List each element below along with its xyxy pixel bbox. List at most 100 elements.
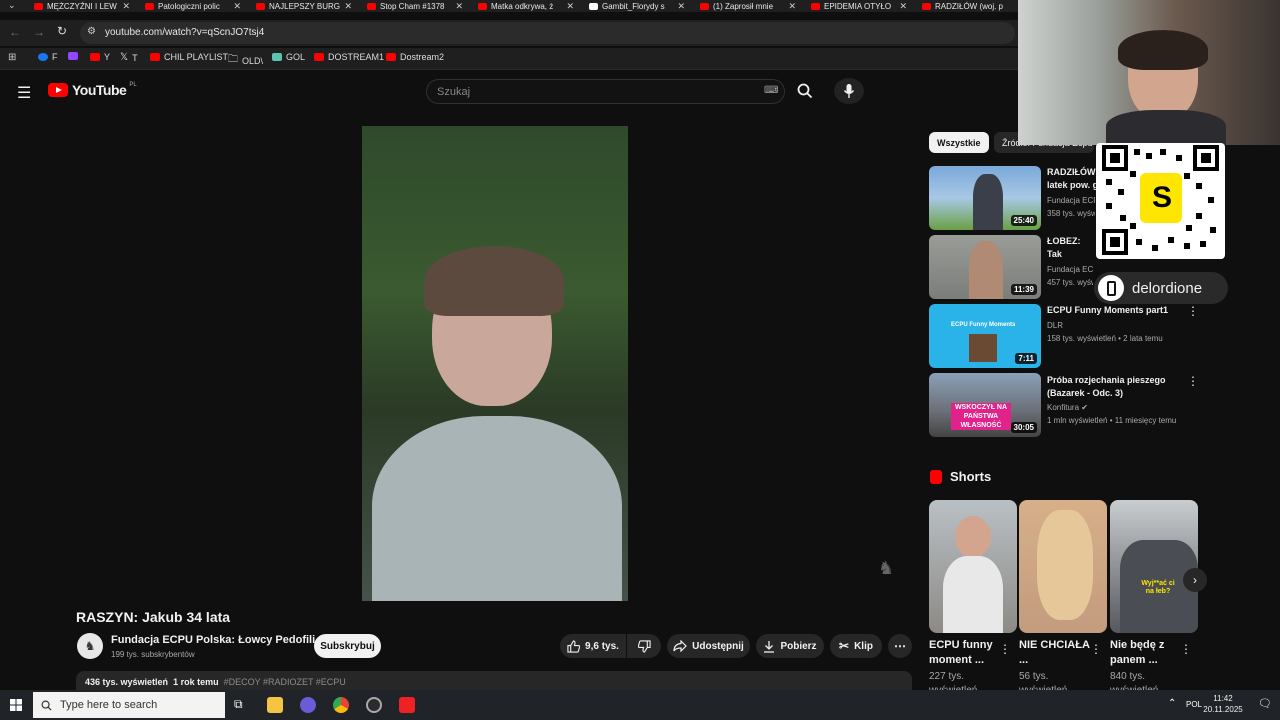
search-box: ⌨: [426, 79, 785, 104]
short-thumbnail[interactable]: [929, 500, 1017, 633]
thumbnail-caption: ECPU Funny Moments: [951, 322, 1016, 328]
hamburger-menu-icon[interactable]: ☰: [17, 83, 31, 103]
short-title[interactable]: Nie będę z panem ...: [1110, 638, 1182, 668]
webcam-headphones: [1118, 30, 1208, 70]
discord-icon[interactable]: [300, 697, 316, 713]
youtube-icon: [150, 53, 160, 61]
bookmark-x[interactable]: 𝕏T: [120, 52, 138, 63]
close-tab-icon[interactable]: ✕: [899, 1, 907, 12]
reload-icon[interactable]: ↻: [57, 24, 67, 38]
like-button[interactable]: 9,6 tys.: [560, 634, 626, 658]
recommendation-title[interactable]: ŁOBEZ: Tak wyglądał obywatel Turcji: [1047, 235, 1093, 262]
recommendation-channel[interactable]: Fundacja ECPU Polska: Łowcy Pedofili: [1047, 195, 1095, 207]
taskbar-search[interactable]: Type here to search: [33, 692, 225, 718]
video-thumbnail[interactable]: ECPU Funny Moments 7:11: [929, 304, 1041, 368]
channel-watermark-icon[interactable]: ♞: [878, 558, 894, 579]
share-button[interactable]: Udostępnij: [667, 634, 750, 658]
close-tab-icon[interactable]: ✕: [122, 1, 130, 12]
bookmark-twitch[interactable]: [68, 52, 82, 60]
recommendation-title[interactable]: ECPU Funny Moments part1: [1047, 304, 1187, 317]
clip-button[interactable]: ✂ Klip: [830, 634, 882, 658]
channel-avatar[interactable]: ♞: [77, 633, 103, 659]
recommendation-channel[interactable]: Konfitura ✔: [1047, 402, 1088, 414]
chip-all[interactable]: Wszystkie: [929, 132, 989, 153]
voice-search-button[interactable]: [834, 78, 864, 104]
bookmark-dostream1[interactable]: DOSTREAM1: [314, 52, 384, 62]
close-tab-icon[interactable]: ✕: [455, 1, 463, 12]
close-tab-icon[interactable]: ✕: [788, 1, 796, 12]
browser-tab[interactable]: MĘŻCZYŹNI I LEW ✕: [34, 0, 130, 12]
recommendation-channel[interactable]: DLR: [1047, 320, 1063, 332]
browser-tab[interactable]: Stop Cham #1378 ✕: [367, 0, 463, 12]
search-button[interactable]: [789, 78, 821, 104]
notifications-icon[interactable]: 🗨: [1258, 697, 1272, 710]
short-thumbnail[interactable]: Wyj**ać ci na łeb?: [1110, 500, 1198, 633]
more-vertical-icon[interactable]: ⋮: [999, 642, 1011, 656]
close-tab-icon[interactable]: ✕: [344, 1, 352, 12]
browser-tab[interactable]: (1) Zaprosił mnie ✕: [700, 0, 796, 12]
tab-label: MĘŻCZYŹNI I LEW: [47, 1, 117, 11]
back-arrow-icon[interactable]: ←: [9, 25, 21, 39]
url-field[interactable]: ⚙ youtube.com/watch?v=qScnJO7tsj4: [80, 22, 1015, 44]
tab-label: (1) Zaprosił mnie: [713, 1, 774, 11]
close-tab-icon[interactable]: ✕: [566, 1, 574, 12]
bookmark-dostream2[interactable]: Dostream2: [386, 52, 444, 62]
browser-tab[interactable]: Patologiczni polic ✕: [145, 0, 241, 12]
apps-grid-icon[interactable]: ⊞: [8, 52, 16, 63]
short-title[interactable]: ECPU funny moment ...: [929, 638, 1001, 668]
forward-arrow-icon[interactable]: →: [33, 25, 45, 39]
recommendation-channel[interactable]: Fundacja ECPU Polska: Łowcy Pedofili: [1047, 264, 1093, 276]
bookmark-chil-playlist[interactable]: CHIL PLAYLIST: [150, 52, 228, 62]
more-vertical-icon[interactable]: ⋮: [1180, 642, 1192, 656]
youtube-logo[interactable]: YouTube PL: [48, 82, 137, 98]
close-tab-icon[interactable]: ✕: [233, 1, 241, 12]
youtube-icon: [386, 53, 396, 61]
browser-tab[interactable]: EPIDEMIA OTYŁO ✕: [811, 0, 907, 12]
search-input[interactable]: [437, 83, 757, 101]
bookmark-gol[interactable]: GOL: [272, 52, 305, 62]
recommendation-title[interactable]: Próba rozjechania pieszego (Bazarek - Od…: [1047, 374, 1187, 401]
download-button[interactable]: Pobierz: [756, 634, 824, 658]
bookmark-folder-old[interactable]: 🗀 OLD\: [228, 52, 263, 69]
close-tab-icon[interactable]: ✕: [677, 1, 685, 12]
more-vertical-icon[interactable]: ⋮: [1187, 374, 1199, 388]
youtube-favicon-icon: [922, 2, 931, 10]
keyboard-icon[interactable]: ⌨: [764, 85, 778, 96]
phone-icon: [1098, 275, 1124, 301]
browser-tab[interactable]: Matka odkrywa, ż ✕: [478, 0, 574, 12]
obs-icon[interactable]: [366, 697, 382, 713]
site-info-icon[interactable]: ⚙: [87, 26, 96, 37]
video-player[interactable]: [362, 126, 628, 601]
browser-tab-active[interactable]: RADZIŁÓW (woj. p: [922, 0, 1016, 12]
subscribe-button[interactable]: Subskrybuj: [314, 634, 381, 658]
tray-chevron-icon[interactable]: ⌃: [1168, 698, 1176, 709]
video-thumbnail[interactable]: 11:39: [929, 235, 1041, 299]
video-thumbnail[interactable]: WSKOCZYŁ NA PAŃSTWA WŁASNOŚĆ 30:05: [929, 373, 1041, 437]
bookmark-facebook[interactable]: F: [38, 52, 58, 62]
bookmarks-bar: ⊞ F Y 𝕏T CHIL PLAYLIST 🗀 OLD\ GOL DOSTREA…: [0, 48, 1020, 70]
browser-tab[interactable]: Gambit_Florydy s ✕: [589, 0, 685, 12]
youtube-favicon-icon: [367, 2, 376, 10]
more-vertical-icon[interactable]: ⋮: [1187, 304, 1199, 318]
app-icon[interactable]: [399, 697, 415, 713]
more-vertical-icon[interactable]: ⋮: [1090, 642, 1102, 656]
file-explorer-icon[interactable]: [267, 697, 283, 713]
dislike-button[interactable]: [627, 634, 661, 658]
video-thumbnail[interactable]: 25:40: [929, 166, 1041, 230]
short-title[interactable]: NIE CHCIAŁA ...: [1019, 638, 1091, 668]
chrome-icon[interactable]: [333, 697, 349, 713]
taskbar-clock[interactable]: 11:42 20.11.2025: [1200, 693, 1246, 715]
short-thumbnail[interactable]: [1019, 500, 1107, 633]
tab-label: Matka odkrywa, ż: [491, 1, 554, 11]
more-actions-button[interactable]: ⋯: [888, 634, 912, 658]
channel-name[interactable]: Fundacja ECPU Polska: Łowcy Pedofili: [111, 634, 315, 646]
task-view-icon[interactable]: ⧉: [234, 697, 243, 712]
hashtags[interactable]: #DECOY #RADIOZET #ECPU: [224, 677, 346, 687]
description-box[interactable]: 436 tys. wyświetleń 1 rok temu #DECOY #R…: [76, 671, 912, 691]
shorts-next-button[interactable]: ›: [1183, 568, 1207, 592]
browser-tab[interactable]: NAJLEPSZY BURG ✕: [256, 0, 352, 12]
windows-start-icon[interactable]: [10, 699, 22, 711]
bookmark-youtube[interactable]: Y: [90, 52, 110, 62]
share-label: Udostępnij: [692, 640, 744, 652]
tab-list-chevron-icon[interactable]: ⌄: [8, 0, 16, 11]
